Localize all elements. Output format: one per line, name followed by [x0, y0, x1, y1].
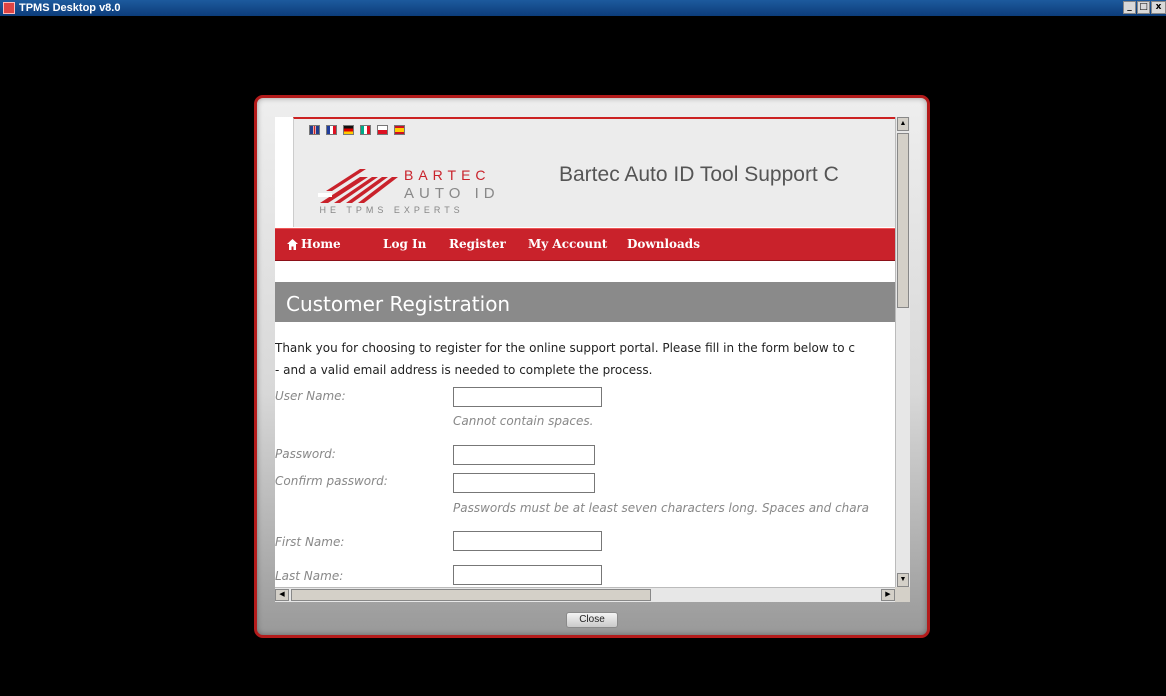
vertical-scrollbar[interactable]: ▲ ▼ [895, 117, 910, 587]
horizontal-scrollbar[interactable]: ◀ ▶ [275, 587, 895, 602]
logo-text-bartec: BARTEC [404, 167, 491, 183]
username-hint: Cannot contain spaces. [453, 414, 594, 428]
maximize-button[interactable]: □ [1137, 1, 1150, 14]
confirm-password-label: Confirm password: [275, 474, 388, 488]
password-hint: Passwords must be at least seven charact… [453, 501, 869, 515]
logo-tagline: THE TPMS EXPERTS [316, 205, 464, 215]
home-icon [287, 239, 298, 250]
nav-downloads[interactable]: Downloads [627, 237, 700, 251]
close-button[interactable]: Close [566, 612, 618, 628]
bartec-logo: BARTEC AUTO ID THE TPMS EXPERTS [316, 167, 500, 215]
spain-flag-icon[interactable] [394, 125, 405, 135]
close-window-button[interactable]: x [1151, 1, 1166, 14]
main-nav: Home Log In Register My Account Download… [275, 228, 895, 261]
vertical-scroll-thumb[interactable] [897, 133, 909, 308]
italy-flag-icon[interactable] [360, 125, 371, 135]
germany-flag-icon[interactable] [343, 125, 354, 135]
username-input[interactable] [453, 387, 602, 407]
logo-text-autoid: AUTO ID [404, 185, 500, 202]
confirm-password-input[interactable] [453, 473, 595, 493]
scroll-right-arrow-icon[interactable]: ▶ [881, 589, 895, 601]
window-titlebar: TPMS Desktop v8.0 _ □ x [0, 0, 1166, 16]
site-header: BARTEC AUTO ID THE TPMS EXPERTS Bartec A… [293, 117, 895, 227]
poland-flag-icon[interactable] [377, 125, 388, 135]
uk-flag-icon[interactable] [309, 125, 320, 135]
username-label: User Name: [275, 389, 346, 403]
first-name-label: First Name: [275, 535, 345, 549]
scroll-left-arrow-icon[interactable]: ◀ [275, 589, 289, 601]
scroll-down-arrow-icon[interactable]: ▼ [897, 573, 909, 587]
last-name-label: Last Name: [275, 569, 344, 583]
password-input[interactable] [453, 445, 595, 465]
minimize-button[interactable]: _ [1123, 1, 1136, 14]
horizontal-scroll-thumb[interactable] [291, 589, 651, 601]
nav-home[interactable]: Home [301, 237, 341, 251]
scroll-up-arrow-icon[interactable]: ▲ [897, 117, 909, 131]
intro-text-line1: Thank you for choosing to register for t… [275, 341, 855, 355]
password-label: Password: [275, 447, 336, 461]
first-name-input[interactable] [453, 531, 602, 551]
intro-text-line2: - and a valid email address is needed to… [275, 363, 653, 377]
nav-my-account[interactable]: My Account [528, 237, 607, 251]
nav-register[interactable]: Register [449, 237, 506, 251]
page-title: Customer Registration [286, 292, 511, 316]
france-flag-icon[interactable] [326, 125, 337, 135]
language-flags [309, 125, 405, 135]
last-name-input[interactable] [453, 565, 602, 585]
web-viewport: BARTEC AUTO ID THE TPMS EXPERTS Bartec A… [275, 117, 895, 587]
nav-log-in[interactable]: Log In [383, 237, 426, 251]
site-title: Bartec Auto ID Tool Support C [559, 163, 839, 186]
scrollbar-corner [895, 587, 910, 602]
app-icon [3, 2, 15, 14]
window-title: TPMS Desktop v8.0 [19, 2, 121, 14]
